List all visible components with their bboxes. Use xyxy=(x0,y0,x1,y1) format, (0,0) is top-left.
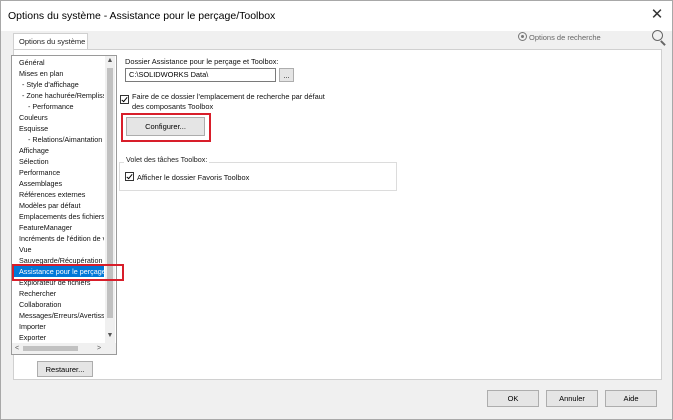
default-search-label-line1: Faire de ce dossier l'emplacement de rec… xyxy=(132,92,325,101)
default-search-label-line2: des composants Toolbox xyxy=(132,102,214,111)
highlight-frame-selected-category xyxy=(12,264,124,281)
scroll-right-icon[interactable]: > xyxy=(94,343,104,354)
nav-item-assemblies[interactable]: Assemblages xyxy=(12,178,104,189)
sidebar-horizontal-scrollbar[interactable]: < > xyxy=(12,343,116,354)
favorites-checkbox[interactable] xyxy=(125,172,134,181)
nav-item-spin-box-increments[interactable]: Incréments de l'édition de valeurs xyxy=(12,233,104,244)
nav-item-drawing-performance[interactable]: - Performance xyxy=(12,101,104,112)
search-icon[interactable] xyxy=(652,30,663,41)
browse-button[interactable]: ... xyxy=(279,68,294,82)
nav-item-colors[interactable]: Couleurs xyxy=(12,112,104,123)
options-dialog: Options du système - Assistance pour le … xyxy=(0,0,673,420)
toolbox-taskpane-group-title: Volet des tâches Toolbox: xyxy=(124,155,210,164)
highlight-frame-configure xyxy=(121,113,211,142)
nav-item-display-style[interactable]: - Style d'affichage xyxy=(12,79,104,90)
nav-item-file-locations[interactable]: Emplacements des fichiers xyxy=(12,211,104,222)
nav-item-collaboration[interactable]: Collaboration xyxy=(12,299,104,310)
nav-item-display[interactable]: Affichage xyxy=(12,145,104,156)
folder-path-field[interactable]: C:\SOLIDWORKS Data\ xyxy=(125,68,276,82)
scroll-left-icon[interactable]: < xyxy=(12,343,22,354)
nav-item-area-hatch[interactable]: - Zone hachurée/Remplissage xyxy=(12,90,104,101)
nav-item-external-references[interactable]: Références externes xyxy=(12,189,104,200)
favorites-label: Afficher le dossier Favoris Toolbox xyxy=(137,173,250,182)
nav-item-export[interactable]: Exporter xyxy=(12,332,104,343)
close-icon[interactable]: ✕ xyxy=(648,6,666,24)
nav-item-selection[interactable]: Sélection xyxy=(12,156,104,167)
ok-button[interactable]: OK xyxy=(487,390,539,407)
nav-item-messages-errors[interactable]: Messages/Erreurs/Avertissements xyxy=(12,310,104,321)
restore-button[interactable]: Restaurer... xyxy=(37,361,93,377)
nav-item-search[interactable]: Rechercher xyxy=(12,288,104,299)
nav-item-relations-snaps[interactable]: - Relations/Aimantation xyxy=(12,134,104,145)
nav-item-performance[interactable]: Performance xyxy=(12,167,104,178)
checkmark-icon xyxy=(121,95,128,103)
tab-system-options[interactable]: Options du système xyxy=(13,33,88,49)
scroll-down-icon[interactable]: ▼ xyxy=(105,331,115,341)
search-box xyxy=(516,30,668,46)
window-title: Options du système - Assistance pour le … xyxy=(8,10,276,22)
category-list[interactable]: Général Mises en plan - Style d'affichag… xyxy=(11,55,117,355)
sidebar-vertical-scrollbar[interactable]: ▲ ▼ xyxy=(105,56,115,343)
checkmark-icon xyxy=(126,172,133,180)
nav-item-drawings[interactable]: Mises en plan xyxy=(12,68,104,79)
title-bar: Options du système - Assistance pour le … xyxy=(1,1,672,31)
help-button[interactable]: Aide xyxy=(605,390,657,407)
nav-item-import[interactable]: Importer xyxy=(12,321,104,332)
scroll-up-icon[interactable]: ▲ xyxy=(105,56,115,66)
gear-icon xyxy=(518,32,527,41)
search-input[interactable] xyxy=(529,30,644,44)
folder-label: Dossier Assistance pour le perçage et To… xyxy=(125,57,279,66)
nav-item-view[interactable]: Vue xyxy=(12,244,104,255)
cancel-button[interactable]: Annuler xyxy=(546,390,598,407)
nav-item-sketch[interactable]: Esquisse xyxy=(12,123,104,134)
nav-item-featuremanager[interactable]: FeatureManager xyxy=(12,222,104,233)
nav-item-default-templates[interactable]: Modèles par défaut xyxy=(12,200,104,211)
default-search-checkbox[interactable] xyxy=(120,95,129,104)
horizontal-scroll-thumb[interactable] xyxy=(23,346,78,351)
nav-item-general[interactable]: Général xyxy=(12,57,104,68)
